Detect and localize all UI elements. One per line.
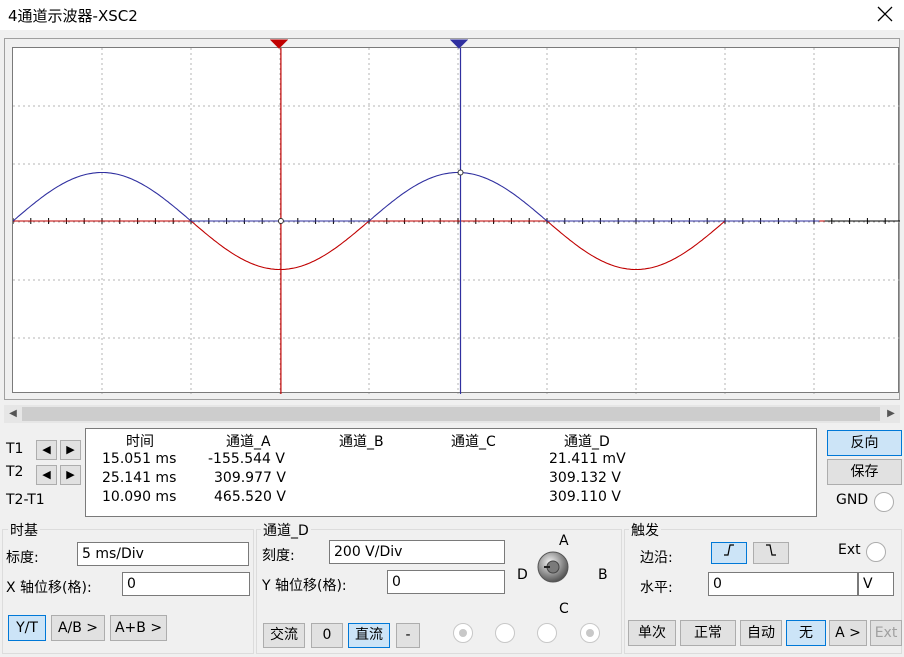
scope-screen [12, 47, 900, 394]
trigger-title: 触发 [629, 520, 661, 540]
save-button[interactable]: 保存 [827, 459, 902, 485]
window-title: 4通道示波器-XSC2 [8, 7, 138, 25]
diff-time: 10.090 ms [102, 489, 177, 505]
channel-radio-d[interactable] [580, 623, 600, 643]
t1-channel-a: -155.544 V [208, 451, 285, 467]
row-label-t1: T1 [6, 441, 24, 457]
trigger-none-button[interactable]: 无 [786, 620, 826, 646]
scroll-thumb[interactable] [22, 407, 880, 421]
gnd-radio[interactable] [874, 492, 894, 512]
knob-label-c: C [559, 601, 569, 617]
falling-edge-button[interactable] [753, 542, 789, 564]
cursor-t2-marker [457, 169, 464, 176]
rising-edge-icon [724, 544, 734, 556]
row-label-t2: T2 [6, 464, 24, 480]
cursor-t1-handle[interactable] [270, 39, 288, 49]
channel-scale-field[interactable]: 200 V/Div [329, 540, 505, 564]
channel-radio-b[interactable] [495, 623, 515, 643]
header-channel-c: 通道_C [451, 434, 496, 450]
knob-label-d: D [517, 567, 528, 583]
header-channel-a: 通道_A [226, 434, 271, 450]
t2-right-arrow-icon[interactable]: ▶ [60, 465, 81, 485]
channel-scale-label: 刻度: [262, 548, 295, 564]
t1-time: 15.051 ms [102, 451, 177, 467]
header-channel-d: 通道_D [564, 434, 610, 450]
gnd-label: GND [836, 492, 869, 508]
x-position-label: X 轴位移(格): [6, 580, 92, 596]
channel-selector-knob-icon[interactable] [535, 550, 571, 584]
header-time: 时间 [126, 434, 154, 450]
diff-channel-a: 465.520 V [214, 489, 286, 505]
row-label-t2-t1: T2-T1 [6, 492, 45, 508]
cursor-t1-marker [277, 218, 284, 224]
coupling-minus-button[interactable]: - [396, 623, 420, 648]
waveform-display[interactable] [13, 48, 900, 394]
t1-left-arrow-icon[interactable]: ◀ [36, 440, 57, 460]
ext-radio[interactable] [866, 542, 886, 562]
header-channel-b: 通道_B [339, 434, 384, 450]
trigger-auto-button[interactable]: 自动 [740, 620, 782, 646]
knob-label-a: A [559, 533, 569, 549]
channel-radio-a[interactable] [453, 623, 473, 643]
waveform-channel-a [13, 220, 825, 271]
trigger-ext-button[interactable]: Ext [870, 620, 902, 646]
t1-channel-d: 21.411 mV [549, 451, 626, 467]
scroll-right-icon[interactable]: ▶ [882, 405, 900, 423]
measurement-readout: 时间 通道_A 通道_B 通道_C 通道_D 15.051 ms -155.54… [85, 428, 817, 517]
mode-ab-button[interactable]: A/B > [51, 615, 105, 641]
t2-channel-a: 309.977 V [214, 470, 286, 486]
t2-channel-d: 309.132 V [549, 470, 621, 486]
reverse-button[interactable]: 反向 [827, 430, 902, 456]
coupling-ac-button[interactable]: 交流 [263, 623, 305, 648]
channel-radio-c[interactable] [537, 623, 557, 643]
trigger-edge-label: 边沿: [640, 550, 673, 566]
ext-label: Ext [838, 542, 861, 558]
knob-label-b: B [598, 567, 608, 583]
timebase-title: 时基 [8, 520, 40, 540]
falling-edge-icon [766, 544, 776, 556]
cursor-t2-handle[interactable] [450, 39, 468, 49]
rising-edge-button[interactable] [711, 542, 747, 564]
trigger-a-button[interactable]: A > [829, 620, 867, 646]
timebase-scale-label: 标度: [6, 550, 39, 566]
scroll-left-icon[interactable]: ◀ [4, 405, 22, 423]
y-position-label: Y 轴位移(格): [262, 578, 347, 594]
coupling-zero-button[interactable]: 0 [311, 623, 343, 648]
trigger-level-field[interactable]: 0 [708, 572, 858, 596]
y-position-field[interactable]: 0 [387, 570, 505, 594]
t2-left-arrow-icon[interactable]: ◀ [36, 465, 57, 485]
x-position-field[interactable]: 0 [122, 572, 250, 596]
t1-right-arrow-icon[interactable]: ▶ [60, 440, 81, 460]
coupling-dc-button[interactable]: 直流 [348, 623, 390, 648]
timebase-scale-field[interactable]: 5 ms/Div [77, 542, 249, 566]
diff-channel-d: 309.110 V [549, 489, 621, 505]
horizontal-scrollbar[interactable]: ◀ ▶ [4, 405, 900, 423]
waveform-channel-d [13, 171, 820, 222]
t2-time: 25.141 ms [102, 470, 177, 486]
close-icon[interactable] [874, 3, 896, 25]
channel-title: 通道_D [261, 520, 311, 540]
mode-a-plus-b-button[interactable]: A+B > [110, 615, 167, 641]
mode-yt-button[interactable]: Y/T [8, 615, 46, 641]
trigger-level-label: 水平: [640, 580, 673, 596]
trigger-normal-button[interactable]: 正常 [680, 620, 736, 646]
trigger-single-button[interactable]: 单次 [628, 620, 676, 646]
trigger-level-unit[interactable]: V [858, 572, 894, 596]
